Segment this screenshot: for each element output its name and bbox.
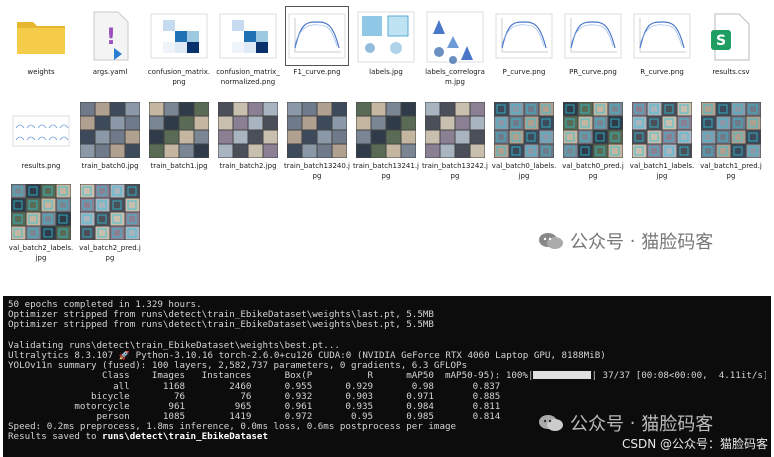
watermark-bottom: 公众号 · 猫脸码客	[538, 410, 713, 436]
progress-bar	[533, 371, 592, 380]
file-item[interactable]: train_batch13241.jpg	[351, 102, 421, 181]
file-thumbnail	[11, 184, 71, 240]
file-name: args.yaml	[92, 68, 128, 76]
file-thumbnail	[356, 102, 416, 158]
file-name: val_batch0_pred.jpg	[562, 162, 624, 180]
file-thumbnail: S	[701, 8, 761, 64]
file-name: val_batch2_labels.jpg	[8, 244, 74, 262]
file-item[interactable]: val_batch2_pred.jpg	[75, 184, 145, 263]
file-name: train_batch2.jpg	[219, 162, 277, 170]
file-item[interactable]: train_batch0.jpg	[75, 102, 145, 171]
file-name: P_curve.png	[502, 68, 546, 76]
metrics-row: all 1168 2460 0.955 0.929 0.98 0.837	[8, 381, 501, 392]
wechat-icon	[538, 231, 564, 251]
file-item[interactable]: val_batch2_labels.jpg	[6, 184, 76, 263]
file-item[interactable]: train_batch13240.jpg	[282, 102, 352, 181]
csdn-credit: CSDN @公众号：猫脸码客	[621, 437, 768, 451]
file-thumbnail	[80, 184, 140, 240]
file-name: val_batch1_labels.jpg	[629, 162, 695, 180]
file-item[interactable]: val_batch0_pred.jpg	[558, 102, 628, 181]
file-name: val_batch1_pred.jpg	[700, 162, 762, 180]
saved-path: runs\detect\train_EbikeDataset	[102, 432, 268, 443]
file-name: R_curve.png	[640, 68, 684, 76]
file-item[interactable]: val_batch0_labels.jpg	[489, 102, 559, 181]
saved-prefix: Results saved to	[8, 432, 103, 443]
file-thumbnail	[149, 8, 209, 64]
file-item[interactable]: F1_curve.png	[282, 6, 352, 77]
file-item[interactable]: results.png	[6, 102, 76, 171]
file-item[interactable]: P_curve.png	[489, 8, 559, 77]
file-thumbnail	[11, 102, 71, 158]
file-thumbnail	[632, 102, 692, 158]
file-name: results.csv	[712, 68, 750, 76]
file-thumbnail	[494, 8, 554, 64]
file-item[interactable]: val_batch1_labels.jpg	[627, 102, 697, 181]
file-thumbnail	[149, 102, 209, 158]
file-thumbnail	[80, 102, 140, 158]
file-name: labels.jpg	[369, 68, 403, 76]
file-name: F1_curve.png	[293, 68, 341, 76]
file-thumbnail	[563, 102, 623, 158]
file-item[interactable]: confusion_matrix_normalized.png	[213, 8, 283, 87]
file-name: confusion_matrix.png	[147, 68, 211, 86]
file-thumbnail	[285, 6, 349, 66]
terminal-line: Optimizer stripped from runs\detect\trai…	[8, 310, 434, 321]
file-thumbnail	[701, 102, 761, 158]
metrics-row: bicycle 76 76 0.932 0.903 0.971 0.885	[8, 391, 501, 402]
file-item[interactable]: labels_correlogram.jpg	[420, 8, 490, 87]
file-item[interactable]: PR_curve.png	[558, 8, 628, 77]
terminal-line: Validating runs\detect\train_EbikeDatase…	[8, 340, 340, 351]
folder-icon	[11, 8, 71, 64]
file-name: val_batch2_pred.jpg	[79, 244, 141, 262]
file-thumbnail	[425, 102, 485, 158]
svg-text:S: S	[716, 33, 726, 49]
watermark-separator: ·	[629, 412, 636, 434]
watermark-name: 猫脸码客	[641, 414, 714, 435]
file-thumbnail	[494, 102, 554, 158]
file-item[interactable]: ! args.yaml	[75, 8, 145, 77]
file-item[interactable]: val_batch1_pred.jpg	[696, 102, 766, 181]
file-name: weights	[27, 68, 55, 76]
file-name: confusion_matrix_normalized.png	[216, 68, 280, 86]
file-thumbnail	[356, 8, 416, 64]
watermark-name: 猫脸码客	[641, 232, 714, 253]
terminal-line: YOLOv11n summary (fused): 100 layers, 2,…	[8, 361, 468, 372]
watermark-separator: ·	[629, 230, 636, 252]
svg-text:!: !	[106, 25, 116, 50]
file-thumbnail	[218, 102, 278, 158]
file-thumbnail	[287, 102, 347, 158]
terminal-line: 50 epochs completed in 1.329 hours.	[8, 300, 202, 310]
file-item[interactable]: weights	[6, 8, 76, 77]
file-item[interactable]: train_batch2.jpg	[213, 102, 283, 171]
file-thumbnail	[425, 8, 485, 64]
file-item[interactable]: Sresults.csv	[696, 8, 766, 77]
file-thumbnail: !	[80, 8, 140, 64]
file-name: train_batch1.jpg	[150, 162, 208, 170]
file-thumbnail	[563, 8, 623, 64]
file-name: train_batch13242.jpg	[422, 162, 488, 180]
file-item[interactable]: labels.jpg	[351, 8, 421, 77]
file-name: train_batch13241.jpg	[353, 162, 419, 180]
file-item[interactable]: confusion_matrix.png	[144, 8, 214, 87]
file-item[interactable]: train_batch13242.jpg	[420, 102, 490, 181]
terminal-line: Optimizer stripped from runs\detect\trai…	[8, 320, 434, 331]
file-name: results.png	[21, 162, 61, 170]
watermark-account: 公众号	[570, 414, 624, 435]
file-item[interactable]: R_curve.png	[627, 8, 697, 77]
file-thumbnail	[218, 8, 278, 64]
wechat-icon	[538, 413, 564, 433]
file-name: labels_correlogram.jpg	[425, 68, 485, 86]
terminal-line: Ultralytics 8.3.107 🚀 Python-3.10.16 tor…	[8, 350, 606, 361]
table-header: Class Images Instances Box(P R mAP50 mAP…	[8, 371, 766, 382]
file-name: train_batch13240.jpg	[284, 162, 350, 180]
watermark-account: 公众号	[570, 232, 624, 253]
file-name: train_batch0.jpg	[81, 162, 139, 170]
file-name: val_batch0_labels.jpg	[491, 162, 557, 180]
file-thumbnail	[632, 8, 692, 64]
watermark-top: 公众号 · 猫脸码客	[538, 228, 713, 254]
file-item[interactable]: train_batch1.jpg	[144, 102, 214, 171]
file-name: PR_curve.png	[569, 68, 617, 76]
